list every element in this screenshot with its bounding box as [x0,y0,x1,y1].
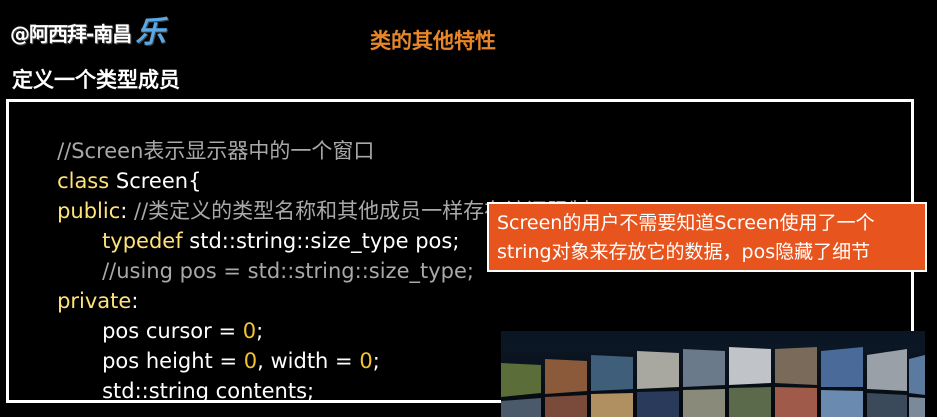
decorative-video-wall-image [501,331,925,417]
watermark-logo-icon: 乐 [135,14,165,50]
code-line-3: public: //类定义的类型名称和其他成员一样存在访问限制 [17,166,589,223]
code-line-1: //Screen表示显示器中的一个窗口 [17,106,374,163]
code-line-6: private: [17,256,138,313]
code-line-5: //using pos = std::string::size_type; [62,226,474,283]
code-line-10: }; [17,376,78,400]
callout-line-2: string对象来存放它的数据，pos隐藏了细节 [497,241,871,263]
code-line-9: std::string contents; [62,346,314,400]
code-line-2: class Screen{ [17,136,201,193]
slide: @阿西拜-南昌 乐 类的其他特性 定义一个类型成员 //Screen表示显示器中… [0,0,937,417]
video-wall-icon [501,331,925,417]
code-text: ; [372,349,380,373]
callout-note: Screen的用户不需要知道Screen使用了一个 string对象来存放它的数… [487,202,927,272]
code-line-4: typedef std::string::size_type pos; [62,196,459,253]
section-title: 定义一个类型成员 [12,67,180,92]
code-text: std::string contents; [102,379,315,403]
slide-top-title: 类的其他特性 [370,28,496,53]
code-number: 0 [359,349,373,373]
watermark: @阿西拜-南昌 乐 [10,14,165,50]
code-comment: //using pos = std::string::size_type; [102,259,474,283]
callout-line-1: Screen的用户不需要知道Screen使用了一个 [497,212,875,234]
watermark-text: @阿西拜-南昌 [10,22,132,46]
code-line-7: pos cursor = 0; [62,286,263,343]
code-line-8: pos height = 0, width = 0; [62,316,380,373]
